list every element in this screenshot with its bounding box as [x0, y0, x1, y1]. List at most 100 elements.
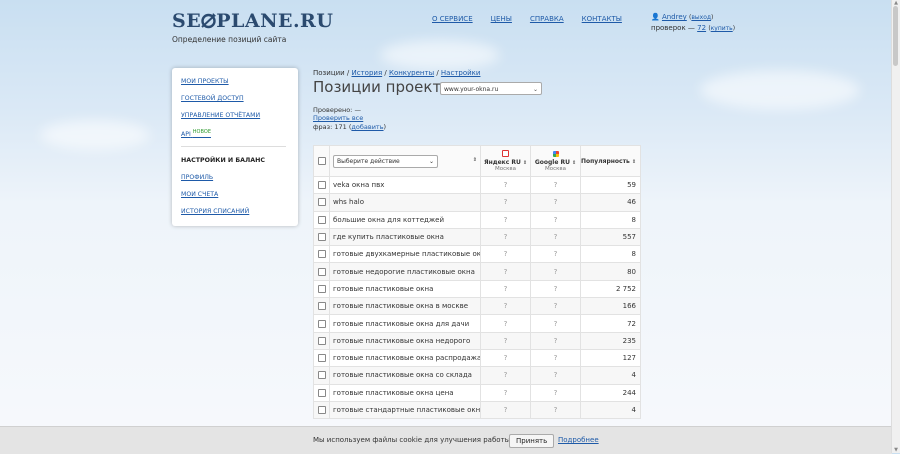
- sort-icon: ⇕: [522, 160, 528, 166]
- phrase-cell: большие окна для коттеджей: [329, 210, 481, 229]
- row-checkbox-cell: [313, 279, 330, 299]
- user-name-link[interactable]: Andrey: [662, 13, 687, 21]
- popularity-cell: 4: [580, 400, 641, 420]
- sidebar-item-invoices[interactable]: МОИ СЧЕТА: [181, 191, 218, 198]
- table-row: готовые пластиковые окна?? 2 752: [313, 279, 641, 299]
- cloud-decoration: [40, 120, 150, 150]
- google-position-cell: ?: [530, 331, 581, 350]
- row-checkbox[interactable]: [317, 284, 326, 293]
- yandex-position-cell: ?: [480, 366, 531, 385]
- nav-prices[interactable]: ЦЕНЫ: [491, 15, 512, 23]
- sidebar-item-guest-access[interactable]: ГОСТЕВОЙ ДОСТУП: [181, 95, 244, 102]
- action-select-value: Выберите действие: [337, 157, 400, 165]
- google-position-cell: ?: [530, 175, 581, 195]
- sidebar-divider: [181, 146, 286, 147]
- phrase-cell: готовые пластиковые окна в москве: [329, 297, 481, 316]
- sidebar-item-profile[interactable]: ПРОФИЛЬ: [181, 174, 213, 181]
- row-checkbox[interactable]: [317, 336, 326, 345]
- action-header: Выберите действие ⌄ ⇕: [329, 145, 481, 177]
- phrase-cell: veka окна пвх: [329, 175, 481, 195]
- row-checkbox[interactable]: [317, 215, 326, 224]
- table-row: готовые стандартные пластиковые окна?? 4: [313, 400, 641, 420]
- action-select[interactable]: Выберите действие ⌄: [333, 154, 438, 168]
- table-row: где купить пластиковые окна?? 557: [313, 227, 641, 247]
- scrollbar-thumb[interactable]: [893, 6, 898, 66]
- popularity-header[interactable]: Популярность ⇕: [580, 145, 641, 177]
- popularity-cell: 80: [580, 262, 641, 281]
- yandex-position-cell: ?: [480, 245, 531, 264]
- nav-about[interactable]: О СЕРВИСЕ: [432, 15, 473, 23]
- cookie-accept-button[interactable]: Принять: [509, 434, 555, 448]
- row-checkbox[interactable]: [317, 371, 326, 380]
- breadcrumb-settings[interactable]: Настройки: [441, 69, 481, 77]
- check-all-link[interactable]: Проверить все: [313, 114, 363, 122]
- cloud-decoration: [700, 70, 860, 110]
- cloud-decoration: [380, 40, 500, 70]
- user-box: 👤 Andrey (выход) проверок — 72 (купить): [651, 13, 736, 32]
- row-checkbox[interactable]: [317, 233, 326, 242]
- select-all-cell: [313, 145, 330, 177]
- positions-table: Выберите действие ⌄ ⇕ Яндекс RU ⇕ Москва Go…: [313, 145, 641, 420]
- nav-contacts[interactable]: КОНТАКТЫ: [582, 15, 622, 23]
- breadcrumb-competitors[interactable]: Конкуренты: [389, 69, 434, 77]
- scroll-down-icon[interactable]: ▼: [893, 447, 899, 453]
- popularity-cell: 8: [580, 245, 641, 264]
- row-checkbox-cell: [313, 175, 330, 195]
- row-checkbox[interactable]: [317, 354, 326, 363]
- google-header[interactable]: Google RU ⇕ Москва: [530, 145, 581, 177]
- phrase-cell: whs halo: [329, 193, 481, 212]
- row-checkbox-cell: [313, 193, 330, 212]
- scrollbar[interactable]: ▲ ▼: [891, 0, 900, 453]
- sidebar-item-projects[interactable]: МОИ ПРОЕКТЫ: [181, 78, 229, 85]
- checks-count[interactable]: 72: [697, 24, 706, 32]
- yandex-position-cell: ?: [480, 400, 531, 420]
- logout-link[interactable]: выход: [691, 14, 711, 21]
- yandex-position-cell: ?: [480, 383, 531, 402]
- row-checkbox[interactable]: [317, 302, 326, 311]
- google-position-cell: ?: [530, 383, 581, 402]
- select-all-checkbox[interactable]: [317, 157, 326, 165]
- site-select[interactable]: www.your-okna.ru ⌄: [440, 82, 542, 95]
- row-checkbox-cell: [313, 314, 330, 333]
- breadcrumb-current: Позиции: [313, 69, 345, 77]
- cookie-banner: Мы используем файлы cookie для улучшения…: [0, 426, 892, 454]
- google-position-cell: ?: [530, 297, 581, 316]
- buy-checks-link[interactable]: купить: [711, 25, 733, 32]
- plane-logo-icon: [201, 10, 217, 32]
- row-checkbox[interactable]: [317, 388, 326, 397]
- yandex-position-cell: ?: [480, 314, 531, 333]
- phrases-label: фраз: 171: [313, 123, 347, 131]
- breadcrumb-history[interactable]: История: [352, 69, 383, 77]
- yandex-header[interactable]: Яндекс RU ⇕ Москва: [480, 145, 531, 177]
- table-header-row: Выберите действие ⌄ ⇕ Яндекс RU ⇕ Москва Go…: [313, 145, 641, 177]
- table-row: готовые пластиковые окна недорого?? 235: [313, 331, 641, 350]
- row-checkbox[interactable]: [317, 319, 326, 328]
- popularity-cell: 235: [580, 331, 641, 350]
- checked-label: Проверено:: [313, 106, 353, 114]
- row-checkbox[interactable]: [317, 198, 326, 207]
- popularity-cell: 4: [580, 366, 641, 385]
- row-checkbox[interactable]: [317, 250, 326, 259]
- yandex-position-cell: ?: [480, 262, 531, 281]
- cookie-more-link[interactable]: Подробнее: [558, 436, 599, 444]
- sidebar-item-api[interactable]: API новое: [181, 129, 211, 138]
- row-checkbox[interactable]: [317, 406, 326, 414]
- checks-label: проверок —: [651, 24, 695, 32]
- popularity-cell: 8: [580, 210, 641, 229]
- site-logo[interactable]: SE PLANE.RU: [172, 10, 333, 32]
- google-position-cell: ?: [530, 279, 581, 299]
- sort-icon[interactable]: ⇕: [473, 157, 477, 163]
- chevron-down-icon: ⌄: [428, 157, 434, 165]
- phrase-cell: готовые двухкамерные пластиковые окна: [329, 245, 481, 264]
- row-checkbox[interactable]: [317, 267, 326, 276]
- table-row: готовые пластиковые окна для дачи?? 72: [313, 314, 641, 333]
- nav-help[interactable]: СПРАВКА: [530, 15, 564, 23]
- sidebar-item-charges[interactable]: ИСТОРИЯ СПИСАНИЙ: [181, 208, 249, 215]
- row-checkbox[interactable]: [317, 181, 326, 190]
- table-row: готовые двухкамерные пластиковые окна?? 8: [313, 245, 641, 264]
- row-checkbox-cell: [313, 383, 330, 402]
- add-phrases-link[interactable]: добавить: [351, 123, 383, 131]
- sidebar-item-reports[interactable]: УПРАВЛЕНИЕ ОТЧЁТАМИ: [181, 112, 260, 119]
- google-icon: [552, 150, 559, 157]
- popularity-cell: 557: [580, 227, 641, 247]
